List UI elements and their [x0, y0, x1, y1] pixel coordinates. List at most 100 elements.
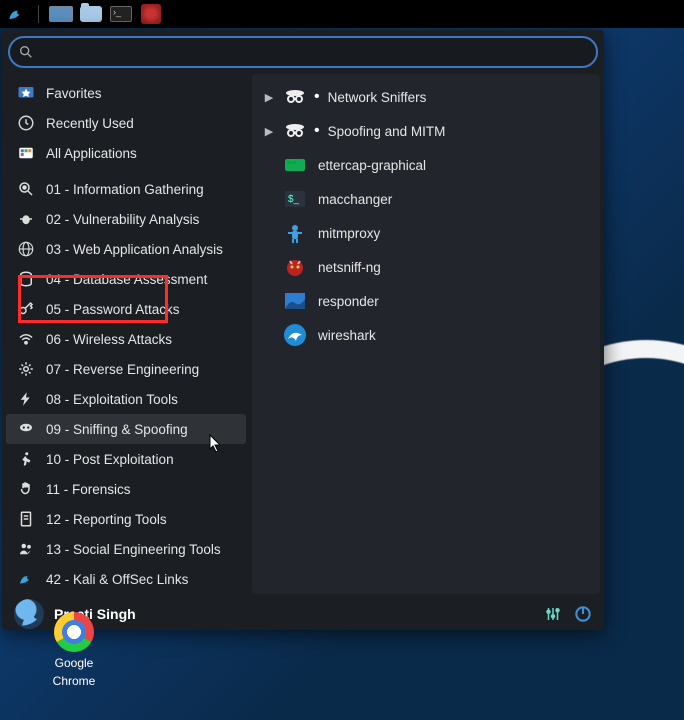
shield-icon[interactable]	[139, 4, 163, 24]
cat-label: 13 - Social Engineering Tools	[46, 542, 221, 557]
sliders-icon	[544, 605, 562, 623]
bolt-icon	[16, 389, 36, 409]
cat-label: 04 - Database Assessment	[46, 272, 207, 287]
db-icon	[16, 269, 36, 289]
cat-label: 09 - Sniffing & Spoofing	[46, 422, 188, 437]
gear-icon	[16, 359, 36, 379]
key-icon	[16, 299, 36, 319]
separator	[38, 5, 39, 23]
settings-button[interactable]	[540, 601, 566, 627]
search-icon	[18, 44, 34, 60]
spy-icon	[282, 84, 308, 110]
app-label: netsniff-ng	[318, 260, 381, 275]
application-menu: Favorites Recently Used All Applications	[2, 30, 604, 630]
shark-icon	[282, 322, 308, 348]
cat-post-exploitation[interactable]: 10 - Post Exploitation	[6, 444, 246, 474]
cat-forensics[interactable]: 11 - Forensics	[6, 474, 246, 504]
categories-list: 01 - Information Gathering 02 - Vulnerab…	[6, 174, 246, 594]
applications-panel: ▶ • Network Sniffers ▶ • Spoofing and MI…	[252, 74, 600, 594]
app-responder[interactable]: responder	[256, 284, 596, 318]
view-recently-used[interactable]: Recently Used	[6, 108, 246, 138]
wave-icon	[282, 288, 308, 314]
cat-sniffing[interactable]: 09 - Sniffing & Spoofing	[6, 414, 246, 444]
view-all-applications[interactable]: All Applications	[6, 138, 246, 168]
cat-label: 42 - Kali & OffSec Links	[46, 572, 188, 587]
sub-network-sniffers[interactable]: ▶ • Network Sniffers	[256, 80, 596, 114]
folder-icon[interactable]	[79, 4, 103, 24]
run-icon	[16, 449, 36, 469]
cat-vulnerability-analysis[interactable]: 02 - Vulnerability Analysis	[6, 204, 246, 234]
sub-spoofing-mitm[interactable]: ▶ • Spoofing and MITM	[256, 114, 596, 148]
view-favorites[interactable]: Favorites	[6, 78, 246, 108]
bug-icon	[16, 209, 36, 229]
cat-label: 01 - Information Gathering	[46, 182, 204, 197]
app-label: responder	[318, 294, 379, 309]
chevron-right-icon: ▶	[262, 91, 276, 104]
devil-icon	[282, 254, 308, 280]
view-recently-used-label: Recently Used	[46, 116, 134, 131]
cat-exploitation[interactable]: 08 - Exploitation Tools	[6, 384, 246, 414]
dragon-icon[interactable]	[4, 4, 28, 24]
power-button[interactable]	[570, 601, 596, 627]
spy-icon	[282, 118, 308, 144]
app-macchanger[interactable]: $_ macchanger	[256, 182, 596, 216]
search-input[interactable]	[34, 45, 596, 60]
mask-icon	[16, 419, 36, 439]
view-favorites-label: Favorites	[46, 86, 102, 101]
chrome-icon	[54, 612, 94, 652]
cat-label: 06 - Wireless Attacks	[46, 332, 172, 347]
cat-label: 07 - Reverse Engineering	[46, 362, 199, 377]
link-icon	[16, 569, 36, 589]
views-section: Favorites Recently Used All Applications	[6, 74, 246, 174]
cat-label: 11 - Forensics	[46, 482, 131, 497]
cat-label: 12 - Reporting Tools	[46, 512, 167, 527]
cat-reporting[interactable]: 12 - Reporting Tools	[6, 504, 246, 534]
chevron-right-icon: ▶	[262, 125, 276, 138]
view-all-applications-label: All Applications	[46, 146, 137, 161]
desktop-icon-chrome[interactable]: Google Chrome	[44, 612, 104, 688]
clock-icon	[16, 113, 36, 133]
star-icon	[16, 83, 36, 103]
cat-web-application[interactable]: 03 - Web Application Analysis	[6, 234, 246, 264]
cat-label: 02 - Vulnerability Analysis	[46, 212, 199, 227]
cat-database[interactable]: 04 - Database Assessment	[6, 264, 246, 294]
username: Preeti Singh	[54, 606, 536, 622]
app-wireshark[interactable]: wireshark	[256, 318, 596, 352]
cat-label: 03 - Web Application Analysis	[46, 242, 223, 257]
cat-label: 05 - Password Attacks	[46, 302, 180, 317]
sub-label: Network Sniffers	[328, 90, 427, 105]
cat-information-gathering[interactable]: 01 - Information Gathering	[6, 174, 246, 204]
grid-icon	[16, 143, 36, 163]
ettercap-icon	[282, 152, 308, 178]
terminal-app-icon: $_	[282, 186, 308, 212]
search-bar[interactable]	[8, 36, 598, 68]
avatar[interactable]	[14, 599, 44, 629]
app-label: wireshark	[318, 328, 376, 343]
cat-label: 08 - Exploitation Tools	[46, 392, 178, 407]
cat-reverse[interactable]: 07 - Reverse Engineering	[6, 354, 246, 384]
taskbar	[0, 0, 684, 28]
people-icon	[16, 539, 36, 559]
chrome-label-2: Chrome	[53, 674, 96, 688]
app-label: ettercap-graphical	[318, 158, 426, 173]
svg-text:$_: $_	[288, 194, 300, 205]
app-netsniff[interactable]: netsniff-ng	[256, 250, 596, 284]
power-icon	[573, 604, 593, 624]
cat-password[interactable]: 05 - Password Attacks	[6, 294, 246, 324]
app-label: mitmproxy	[318, 226, 380, 241]
app-mitmproxy[interactable]: mitmproxy	[256, 216, 596, 250]
cat-social[interactable]: 13 - Social Engineering Tools	[6, 534, 246, 564]
terminal-icon[interactable]	[109, 4, 133, 24]
app-label: macchanger	[318, 192, 392, 207]
cat-label: 10 - Post Exploitation	[46, 452, 174, 467]
sub-label: Spoofing and MITM	[328, 124, 446, 139]
wifi-icon	[16, 329, 36, 349]
doc-icon	[16, 509, 36, 529]
app-ettercap[interactable]: ettercap-graphical	[256, 148, 596, 182]
window-icon[interactable]	[49, 4, 73, 24]
magnifier-icon	[16, 179, 36, 199]
hand-icon	[16, 479, 36, 499]
cat-wireless[interactable]: 06 - Wireless Attacks	[6, 324, 246, 354]
cat-links[interactable]: 42 - Kali & OffSec Links	[6, 564, 246, 594]
chrome-label-1: Google	[55, 656, 94, 670]
